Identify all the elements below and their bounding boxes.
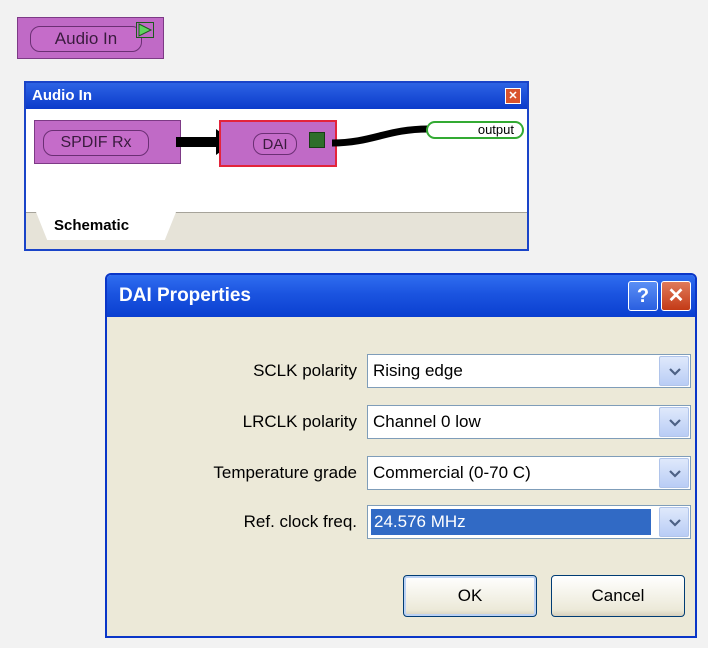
select-value: Rising edge — [373, 361, 463, 380]
select-value: Channel 0 low — [373, 412, 481, 431]
output-wire-icon — [332, 125, 429, 147]
select-value: Commercial (0-70 C) — [373, 463, 531, 482]
output-port[interactable]: output — [426, 121, 524, 139]
temperature-grade-select[interactable]: Commercial (0-70 C) — [367, 456, 691, 490]
close-icon[interactable]: ✕ — [661, 281, 691, 311]
chevron-down-icon[interactable] — [659, 356, 689, 386]
schematic-window: Audio In ✕ SPDIF Rx DAI output Schematic — [24, 81, 529, 251]
chevron-down-icon[interactable] — [659, 507, 689, 537]
ref-clock-freq-select[interactable]: 24.576 MHz — [367, 505, 691, 539]
audio-in-block[interactable]: Audio In — [17, 17, 164, 59]
field-label: Temperature grade — [213, 463, 357, 482]
ok-button[interactable]: OK — [403, 575, 537, 617]
chevron-down-icon[interactable] — [659, 407, 689, 437]
field-sclk-polarity: SCLK polarity Rising edge — [107, 353, 695, 389]
dai-block[interactable]: DAI — [219, 120, 337, 167]
dai-properties-dialog: DAI Properties ? ✕ SCLK polarity Rising … — [105, 273, 697, 638]
schematic-canvas[interactable]: SPDIF Rx DAI output — [26, 109, 527, 215]
field-lrclk-polarity: LRCLK polarity Channel 0 low — [107, 404, 695, 440]
dai-output-port[interactable] — [309, 132, 325, 148]
field-ref-clock-freq: Ref. clock freq. 24.576 MHz — [107, 504, 695, 540]
output-port-arrow-icon[interactable] — [136, 22, 154, 38]
spdif-rx-label: SPDIF Rx — [43, 130, 149, 156]
field-temperature-grade: Temperature grade Commercial (0-70 C) — [107, 455, 695, 491]
lrclk-polarity-select[interactable]: Channel 0 low — [367, 405, 691, 439]
tab-schematic[interactable]: Schematic — [36, 212, 176, 240]
dai-label: DAI — [253, 133, 297, 155]
close-icon[interactable]: ✕ — [505, 88, 521, 104]
dialog-title: DAI Properties — [107, 275, 695, 317]
cancel-button[interactable]: Cancel — [551, 575, 685, 617]
spdif-rx-block[interactable]: SPDIF Rx — [34, 120, 181, 164]
sclk-polarity-select[interactable]: Rising edge — [367, 354, 691, 388]
field-label: SCLK polarity — [253, 361, 357, 380]
field-label: Ref. clock freq. — [243, 512, 357, 531]
help-icon[interactable]: ? — [628, 281, 658, 311]
tab-bar: Schematic — [26, 212, 527, 249]
chevron-down-icon[interactable] — [659, 458, 689, 488]
schematic-window-title: Audio In — [26, 83, 527, 109]
audio-in-block-label: Audio In — [30, 26, 142, 52]
field-label: LRCLK polarity — [242, 412, 357, 431]
select-value: 24.576 MHz — [371, 509, 651, 535]
